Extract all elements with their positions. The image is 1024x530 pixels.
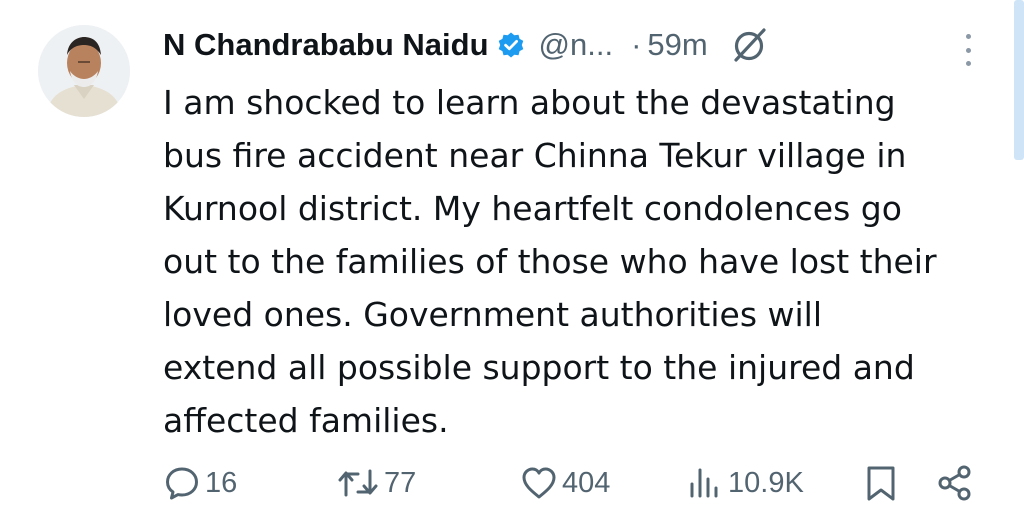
more-dot [965, 47, 971, 53]
bookmark-button[interactable] [864, 455, 898, 511]
heart-icon [522, 467, 556, 499]
view-count: 10.9K [728, 466, 804, 499]
views-button[interactable]: 10.9K [686, 455, 804, 511]
author-name[interactable]: N Chandrababu Naidu [163, 27, 489, 63]
avatar-image [38, 25, 130, 117]
like-count: 404 [562, 466, 611, 499]
repost-count: 77 [384, 466, 417, 499]
more-dot [965, 34, 971, 39]
tweet-text: I am shocked to learn about the devastat… [163, 83, 937, 440]
share-icon [938, 465, 971, 501]
views-icon [690, 468, 718, 498]
tweet-header: N Chandrababu Naidu @n... · 59m [163, 22, 770, 68]
like-button[interactable]: 404 [520, 455, 610, 511]
author-handle[interactable]: @n... [539, 27, 614, 63]
scrollbar[interactable] [1014, 0, 1024, 160]
avatar[interactable] [38, 25, 130, 117]
verified-badge-icon [497, 31, 525, 59]
tweet[interactable]: N Chandrababu Naidu @n... · 59m I am sho… [0, 0, 1024, 530]
grok-icon[interactable] [730, 25, 770, 65]
bookmark-icon [867, 466, 895, 501]
repost-button[interactable]: 77 [336, 455, 416, 511]
reply-button[interactable]: 16 [163, 455, 237, 511]
timestamp[interactable]: 59m [647, 27, 707, 63]
more-options-icon[interactable] [958, 30, 978, 70]
separator-dot: · [631, 27, 642, 62]
more-dot [965, 61, 971, 66]
reply-count: 16 [205, 466, 238, 499]
share-button[interactable] [936, 455, 974, 511]
reply-icon [166, 467, 198, 500]
tweet-actions: 16 77 404 10.9K [0, 455, 1024, 511]
repost-icon [338, 469, 378, 497]
